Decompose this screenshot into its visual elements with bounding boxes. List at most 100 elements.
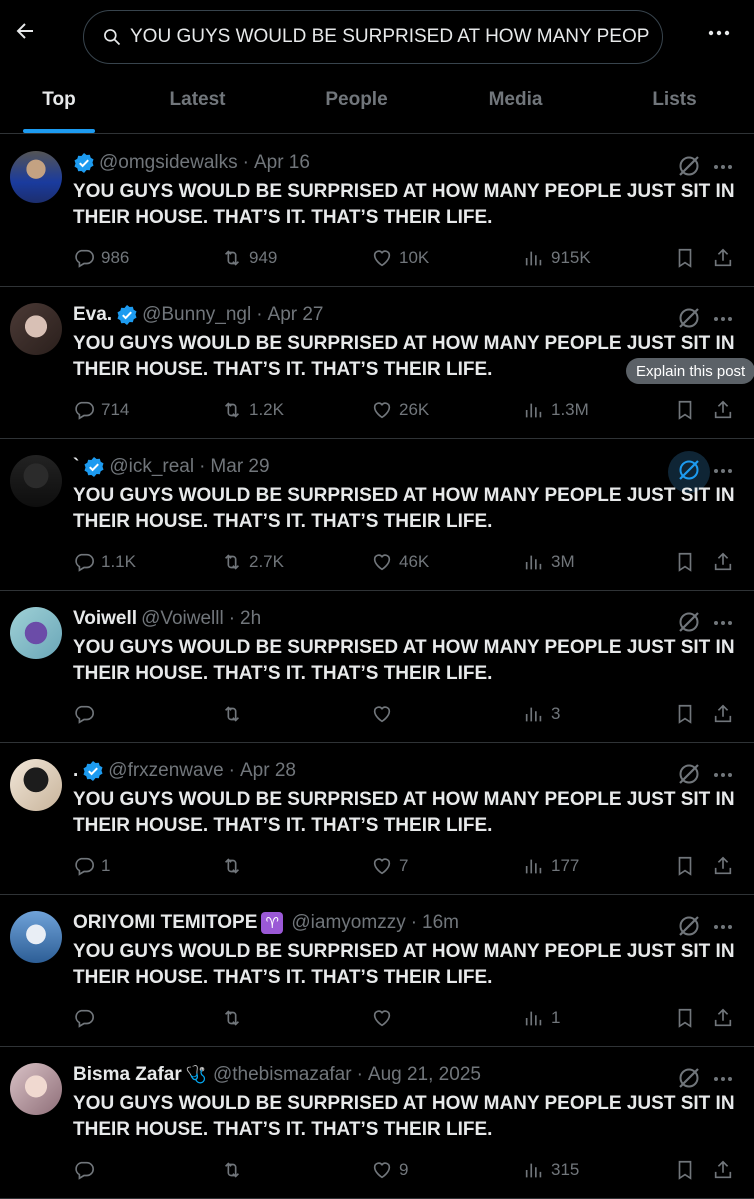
- like-button[interactable]: [371, 1005, 399, 1031]
- post-time[interactable]: 2h: [240, 608, 261, 630]
- post-text[interactable]: YOU GUYS WOULD BE SURPRISED AT HOW MANY …: [73, 939, 743, 991]
- tab-top[interactable]: Top: [0, 66, 118, 133]
- like-button[interactable]: 9: [371, 1157, 408, 1183]
- author-handle[interactable]: @omgsidewalks: [99, 152, 238, 174]
- tab-lists[interactable]: Lists: [595, 66, 754, 133]
- repost-button[interactable]: [221, 853, 249, 879]
- post[interactable]: . @frxzenwave · Apr 28 YOU GUYS WOULD BE SU…: [0, 743, 754, 895]
- post[interactable]: ` @ick_real · Mar 29 YOU GUYS WOULD BE SURP…: [0, 439, 754, 591]
- search-bar[interactable]: [83, 10, 663, 64]
- views-button[interactable]: 315: [523, 1157, 579, 1183]
- reply-button[interactable]: 714: [73, 397, 129, 423]
- repost-button[interactable]: [221, 701, 249, 727]
- post-text[interactable]: YOU GUYS WOULD BE SURPRISED AT HOW MANY …: [73, 483, 743, 535]
- author-handle[interactable]: @frxzenwave: [108, 760, 223, 782]
- bookmark-button[interactable]: [674, 397, 702, 423]
- bookmark-button[interactable]: [674, 1005, 702, 1031]
- post-time[interactable]: 16m: [422, 912, 459, 934]
- tab-people[interactable]: People: [277, 66, 436, 133]
- like-button[interactable]: 26K: [371, 397, 429, 423]
- author-name[interactable]: Eva.: [73, 304, 112, 326]
- views-button[interactable]: 915K: [523, 245, 591, 271]
- author-name[interactable]: `: [73, 456, 79, 478]
- avatar[interactable]: [10, 151, 62, 203]
- post-text[interactable]: YOU GUYS WOULD BE SURPRISED AT HOW MANY …: [73, 1091, 743, 1143]
- reply-button[interactable]: [73, 1157, 101, 1183]
- back-button[interactable]: [8, 14, 42, 48]
- views-button[interactable]: 177: [523, 853, 579, 879]
- share-button[interactable]: [712, 245, 740, 271]
- view-count: 3M: [551, 552, 575, 571]
- post-time[interactable]: Apr 16: [254, 152, 310, 174]
- tab-media[interactable]: Media: [436, 66, 595, 133]
- post-more-button[interactable]: [708, 151, 738, 181]
- bookmark-button[interactable]: [674, 245, 702, 271]
- author-handle[interactable]: @Voiwelll: [141, 608, 224, 630]
- bookmark-button[interactable]: [674, 1157, 702, 1183]
- post[interactable]: Voiwell @Voiwelll · 2h YOU GUYS WOULD BE SU…: [0, 591, 754, 743]
- post-more-button[interactable]: [708, 607, 738, 637]
- like-button[interactable]: 46K: [371, 549, 429, 575]
- like-button[interactable]: 7: [371, 853, 408, 879]
- more-options-button[interactable]: [704, 18, 734, 48]
- author-handle[interactable]: @Bunny_ngl: [142, 304, 251, 326]
- author-name[interactable]: .: [73, 760, 78, 782]
- repost-button[interactable]: 2.7K: [221, 549, 284, 575]
- repost-button[interactable]: [221, 1005, 249, 1031]
- views-button[interactable]: 3M: [523, 549, 575, 575]
- author-name[interactable]: Bisma Zafar: [73, 1064, 182, 1086]
- tab-latest[interactable]: Latest: [118, 66, 277, 133]
- reply-button[interactable]: 1.1K: [73, 549, 136, 575]
- post-more-button[interactable]: [708, 911, 738, 941]
- share-button[interactable]: [712, 1157, 740, 1183]
- views-button[interactable]: 1.3M: [523, 397, 589, 423]
- post-more-button[interactable]: [708, 1063, 738, 1093]
- post-more-button[interactable]: [708, 759, 738, 789]
- bookmark-button[interactable]: [674, 701, 702, 727]
- repost-button[interactable]: 1.2K: [221, 397, 284, 423]
- repost-button[interactable]: 949: [221, 245, 277, 271]
- share-button[interactable]: [712, 549, 740, 575]
- post-time[interactable]: Mar 29: [210, 456, 269, 478]
- like-button[interactable]: 10K: [371, 245, 429, 271]
- post-more-button[interactable]: [708, 303, 738, 333]
- post-text[interactable]: YOU GUYS WOULD BE SURPRISED AT HOW MANY …: [73, 179, 743, 231]
- post-time[interactable]: Apr 28: [240, 760, 296, 782]
- repost-button[interactable]: [221, 1157, 249, 1183]
- author-handle[interactable]: @thebismazafar: [213, 1064, 352, 1086]
- share-button[interactable]: [712, 397, 740, 423]
- avatar[interactable]: [10, 759, 62, 811]
- author-name[interactable]: Voiwell: [73, 608, 137, 630]
- views-button[interactable]: 1: [523, 1005, 560, 1031]
- reply-button[interactable]: [73, 701, 101, 727]
- heart-icon: [371, 551, 399, 573]
- share-button[interactable]: [712, 701, 740, 727]
- avatar[interactable]: [10, 911, 62, 963]
- share-button[interactable]: [712, 1005, 740, 1031]
- search-input[interactable]: [130, 26, 650, 48]
- post[interactable]: Bisma Zafar 🩺 @thebismazafar · Aug 21, 2025 …: [0, 1047, 754, 1199]
- reply-button[interactable]: [73, 1005, 101, 1031]
- post-time[interactable]: Apr 27: [268, 304, 324, 326]
- post[interactable]: ORIYOMI TEMITOPE ♈ @iamyomzzy · 16m YOU GUYS…: [0, 895, 754, 1047]
- avatar[interactable]: [10, 455, 62, 507]
- reply-button[interactable]: 1: [73, 853, 110, 879]
- post-more-button[interactable]: [708, 455, 738, 485]
- post-time[interactable]: Aug 21, 2025: [368, 1064, 481, 1086]
- author-handle[interactable]: @iamyomzzy: [291, 912, 405, 934]
- post[interactable]: @omgsidewalks · Apr 16 YOU GUYS WOULD BE S…: [0, 135, 754, 287]
- post-text[interactable]: YOU GUYS WOULD BE SURPRISED AT HOW MANY …: [73, 787, 743, 839]
- avatar[interactable]: [10, 1063, 62, 1115]
- author-name[interactable]: ORIYOMI TEMITOPE: [73, 912, 257, 934]
- bookmark-button[interactable]: [674, 549, 702, 575]
- avatar[interactable]: [10, 303, 62, 355]
- bookmark-button[interactable]: [674, 853, 702, 879]
- post-text[interactable]: YOU GUYS WOULD BE SURPRISED AT HOW MANY …: [73, 635, 743, 687]
- heart-icon: [371, 1159, 399, 1181]
- author-handle[interactable]: @ick_real: [109, 456, 194, 478]
- avatar[interactable]: [10, 607, 62, 659]
- share-button[interactable]: [712, 853, 740, 879]
- reply-button[interactable]: 986: [73, 245, 129, 271]
- views-button[interactable]: 3: [523, 701, 560, 727]
- like-button[interactable]: [371, 701, 399, 727]
